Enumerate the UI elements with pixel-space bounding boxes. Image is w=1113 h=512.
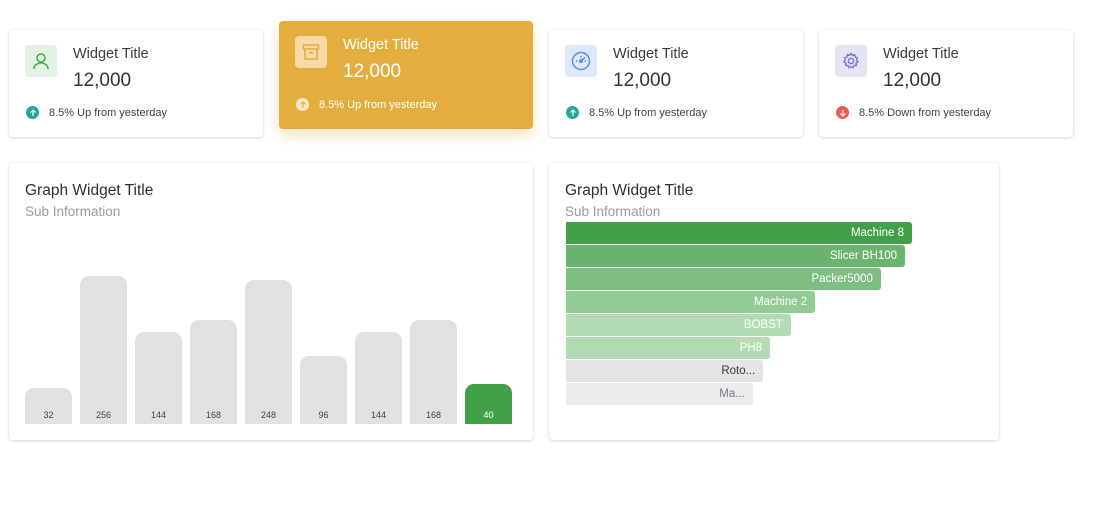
chart-bar[interactable]: 144	[355, 332, 402, 424]
trend-text: 8.5% Up from yesterday	[319, 98, 437, 111]
chart-bar[interactable]: 96	[300, 356, 347, 424]
bar-value-label: 40	[483, 410, 494, 420]
chart-bar[interactable]: 256	[80, 276, 127, 424]
bar-value-label: 256	[95, 410, 112, 420]
trend-indicator: 8.5% Up from yesterday	[26, 106, 167, 119]
bar-value-label: 248	[260, 410, 277, 420]
chart-bar[interactable]: 32	[25, 388, 72, 424]
widget-title: Widget Title	[613, 46, 689, 62]
bar-value-label: 32	[43, 410, 54, 420]
trend-text: 8.5% Up from yesterday	[49, 106, 167, 119]
chart-bar[interactable]: 144	[135, 332, 182, 424]
chart-bar[interactable]: 168	[190, 320, 237, 424]
widget-card-4[interactable]: Widget Title 12,000 8.5% Down from yeste…	[819, 30, 1073, 137]
arrow-up-icon	[26, 106, 39, 119]
bar-value-label: 168	[425, 410, 442, 420]
bar-value-label: 144	[150, 410, 167, 420]
graph-widget-vertical: Graph Widget Title Sub Information 32 256…	[9, 163, 533, 440]
trend-text: 8.5% Up from yesterday	[589, 106, 707, 119]
chart-hbar[interactable]: Machine 2	[566, 291, 816, 313]
vertical-bar-chart: 32 256 144 168 248 96 144 168 40	[9, 163, 533, 440]
bar-value-label: 144	[370, 410, 387, 420]
widget-value: 12,000	[613, 70, 672, 91]
speedometer-icon	[565, 45, 597, 77]
arrow-up-icon	[296, 98, 309, 111]
trend-text: 8.5% Down from yesterday	[859, 106, 992, 119]
arrow-up-icon	[566, 106, 579, 119]
chart-hbar[interactable]: Slicer BH100	[566, 245, 906, 267]
user-icon	[25, 45, 57, 77]
widget-value: 12,000	[343, 61, 402, 82]
chart-hbar[interactable]: Packer5000	[566, 268, 881, 290]
widget-title: Widget Title	[343, 37, 419, 53]
widget-title: Widget Title	[73, 46, 149, 62]
bar-value-label: 96	[318, 410, 329, 420]
bar-value-label: 168	[205, 410, 222, 420]
archive-icon	[295, 36, 327, 68]
chart-bar[interactable]: 248	[245, 280, 292, 424]
chart-hbar[interactable]: PH8	[566, 337, 771, 359]
chart-hbar[interactable]: Roto...	[566, 360, 764, 382]
gear-icon	[835, 45, 867, 77]
chart-bar[interactable]: 40	[465, 384, 512, 424]
widget-card-1[interactable]: Widget Title 12,000 8.5% Up from yesterd…	[9, 30, 263, 137]
widget-value: 12,000	[883, 70, 942, 91]
horizontal-bar-chart: Machine 8 Slicer BH100 Packer5000 Machine 2…	[549, 163, 999, 440]
chart-hbar[interactable]: BOBST	[566, 314, 791, 336]
chart-bar[interactable]: 168	[410, 320, 457, 424]
widget-value: 12,000	[73, 70, 132, 91]
arrow-down-icon	[836, 106, 849, 119]
trend-indicator: 8.5% Down from yesterday	[836, 106, 991, 119]
trend-indicator: 8.5% Up from yesterday	[296, 98, 437, 111]
widget-title: Widget Title	[883, 46, 959, 62]
chart-hbar[interactable]: Machine 8	[566, 222, 912, 244]
widget-card-2[interactable]: Widget Title 12,000 8.5% Up from yesterd…	[279, 21, 533, 129]
widget-card-3[interactable]: Widget Title 12,000 8.5% Up from yesterd…	[549, 30, 803, 137]
trend-indicator: 8.5% Up from yesterday	[566, 106, 707, 119]
graph-widget-horizontal: Graph Widget Title Sub Information Machi…	[549, 163, 999, 440]
chart-hbar[interactable]: Ma...	[566, 383, 753, 405]
